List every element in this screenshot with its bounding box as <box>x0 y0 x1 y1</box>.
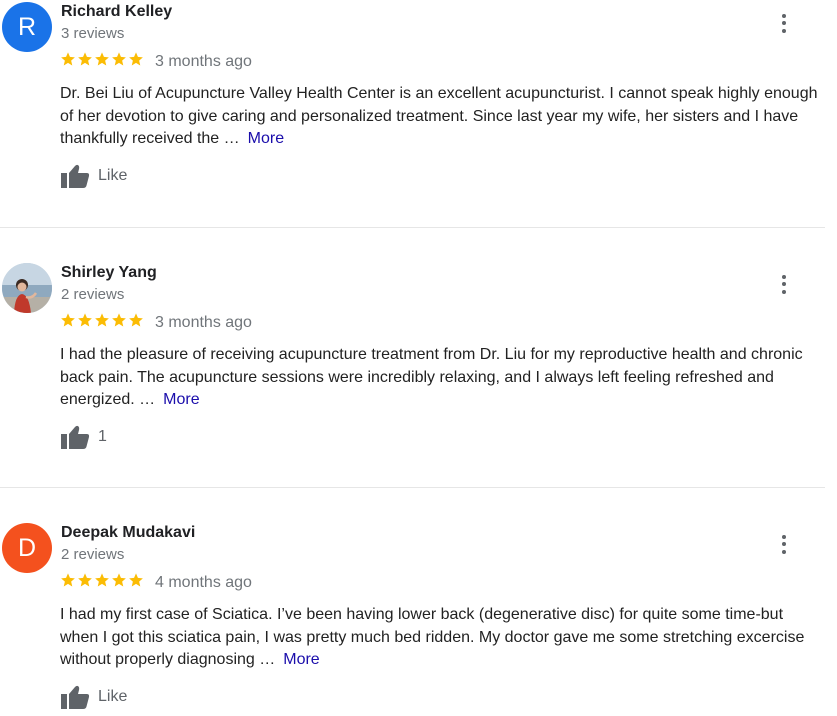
like-count: 1 <box>98 428 107 445</box>
star-rating <box>60 312 144 328</box>
review-body: I had my first case of Sciatica. I’ve be… <box>60 606 805 668</box>
star-icon <box>61 573 75 587</box>
thumbs-up-icon <box>61 685 90 709</box>
reviewer-name[interactable]: Richard Kelley <box>61 3 172 21</box>
star-icon <box>112 313 126 327</box>
avatar[interactable]: D <box>2 523 52 573</box>
star-rating <box>60 51 144 67</box>
review-body: Dr. Bei Liu of Acupuncture Valley Health… <box>60 85 818 147</box>
star-icon <box>112 573 126 587</box>
star-icon <box>112 52 126 66</box>
like-label: Like <box>98 167 128 184</box>
divider <box>0 487 825 488</box>
star-icon <box>95 573 109 587</box>
more-vert-icon <box>782 13 786 18</box>
review-date: 4 months ago <box>155 574 252 591</box>
review-card: R Richard Kelley 3 reviews 3 months ago … <box>0 0 837 226</box>
thumbs-up-icon <box>61 425 90 449</box>
like-button[interactable]: Like <box>60 163 127 189</box>
like-label: Like <box>98 688 128 705</box>
star-icon <box>78 313 92 327</box>
avatar[interactable]: R <box>2 2 52 52</box>
review-text: I had the pleasure of receiving acupunct… <box>60 344 825 412</box>
review-date: 3 months ago <box>155 53 252 70</box>
star-icon <box>78 573 92 587</box>
like-button[interactable]: Like <box>60 684 127 710</box>
review-count: 3 reviews <box>61 25 125 42</box>
avatar[interactable] <box>2 263 52 313</box>
reviewer-name[interactable]: Shirley Yang <box>61 264 157 282</box>
more-vert-icon <box>782 534 786 539</box>
more-options-button[interactable] <box>773 271 795 297</box>
more-link[interactable]: More <box>163 391 199 408</box>
divider <box>0 227 825 228</box>
more-link[interactable]: More <box>283 651 319 668</box>
avatar-initial: D <box>17 533 37 562</box>
more-options-button[interactable] <box>773 10 795 36</box>
review-text: I had my first case of Sciatica. I’ve be… <box>60 604 825 672</box>
review-count: 2 reviews <box>61 286 125 303</box>
star-rating <box>60 572 144 588</box>
more-vert-icon <box>782 274 786 279</box>
star-icon <box>78 52 92 66</box>
thumbs-up-icon <box>61 164 90 188</box>
review-text: Dr. Bei Liu of Acupuncture Valley Health… <box>60 83 825 151</box>
star-icon <box>129 52 143 66</box>
star-icon <box>95 313 109 327</box>
star-icon <box>95 52 109 66</box>
review-card: D Deepak Mudakavi 2 reviews 4 months ago… <box>0 521 837 716</box>
reviewer-name[interactable]: Deepak Mudakavi <box>61 524 195 542</box>
star-icon <box>61 52 75 66</box>
review-count: 2 reviews <box>61 546 125 563</box>
more-link[interactable]: More <box>248 130 284 147</box>
review-card: Shirley Yang 2 reviews 3 months ago I ha… <box>0 261 837 487</box>
star-icon <box>61 313 75 327</box>
avatar-initial: R <box>17 12 37 41</box>
more-options-button[interactable] <box>773 531 795 557</box>
profile-photo <box>2 263 52 313</box>
like-button[interactable]: 1 <box>60 424 107 450</box>
review-date: 3 months ago <box>155 314 252 331</box>
star-icon <box>129 313 143 327</box>
star-icon <box>129 573 143 587</box>
